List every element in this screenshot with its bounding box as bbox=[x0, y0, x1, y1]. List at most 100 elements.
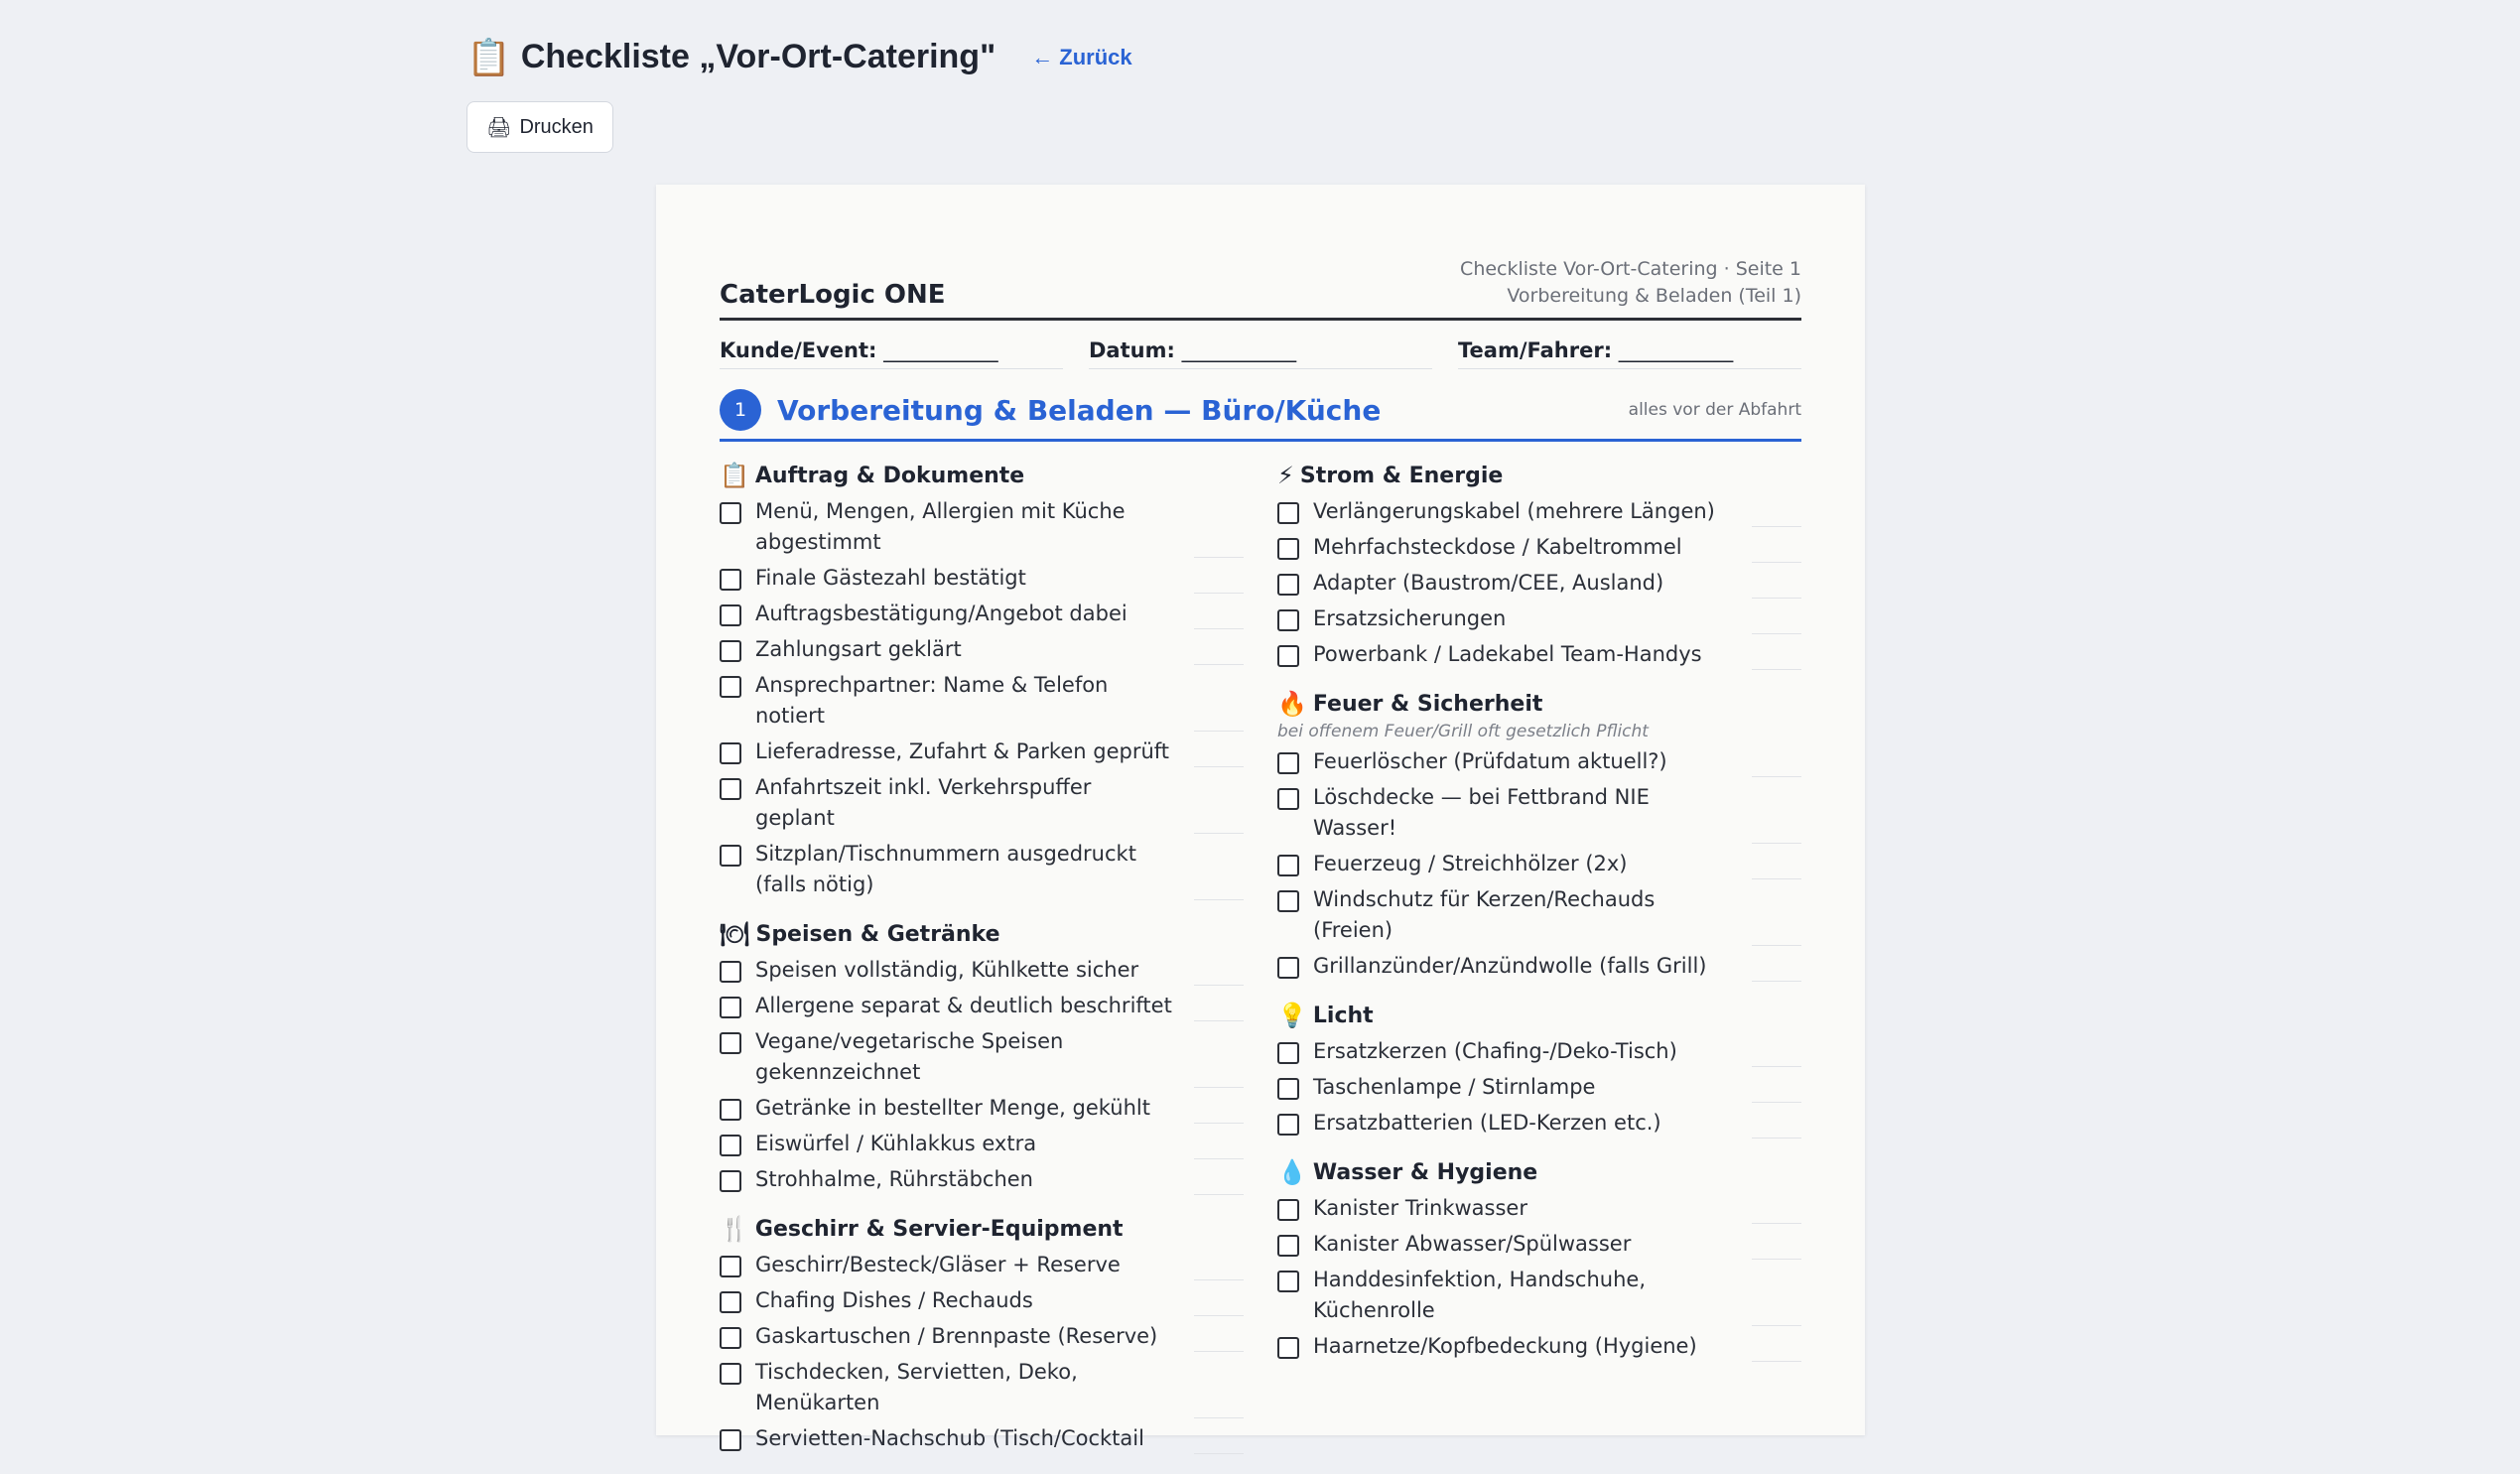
checkbox[interactable] bbox=[720, 742, 741, 764]
clipboard-icon: 📋 bbox=[466, 36, 511, 77]
checklist-item-label: Mehrfachsteckdose / Kabeltrommel bbox=[1313, 535, 1682, 559]
checklist-group: 🍽 Speisen & Getränke Speisen vollständig, … bbox=[720, 920, 1244, 1195]
checklist-columns: 📋 Auftrag & Dokumente Menü, Mengen, Allerg… bbox=[720, 462, 1801, 1474]
group-title-label: Auftrag & Dokumente bbox=[754, 463, 1025, 488]
checkbox[interactable] bbox=[720, 1429, 741, 1451]
notes-line bbox=[1752, 1102, 1801, 1103]
checkbox[interactable] bbox=[720, 778, 741, 800]
field-customer-event[interactable]: Kunde/Event: ___________ bbox=[720, 338, 1063, 369]
checklist-item-label: Strohhalme, Rührstäbchen bbox=[755, 1167, 1033, 1191]
notes-line bbox=[1194, 731, 1244, 732]
checklist-group: ⚡ Strom & Energie Verlängerungskabel (mehr… bbox=[1277, 462, 1801, 670]
checkbox[interactable] bbox=[1277, 1114, 1299, 1136]
notes-line bbox=[1752, 945, 1801, 946]
checklist-item: Windschutz für Kerzen/Rechauds (Freien) bbox=[1277, 887, 1801, 946]
group-title: 🍴 Geschirr & Servier-Equipment bbox=[720, 1215, 1244, 1243]
checklist-item: Gaskartuschen / Brennpaste (Reserve) bbox=[720, 1324, 1244, 1352]
checkbox[interactable] bbox=[1277, 1271, 1299, 1292]
clipboard-icon: 📋 bbox=[720, 462, 749, 489]
print-button[interactable]: 🖨 Drucken bbox=[466, 101, 613, 153]
checkbox[interactable] bbox=[1277, 574, 1299, 596]
field-label: Team/Fahrer: bbox=[1458, 338, 1613, 362]
checklist-item: Ersatzsicherungen bbox=[1277, 606, 1801, 634]
checkbox[interactable] bbox=[720, 961, 741, 983]
checklist-item-label: Ansprechpartner: Name & Telefon notiert bbox=[755, 673, 1109, 728]
checkbox[interactable] bbox=[1277, 957, 1299, 979]
checklist-group: 💡 Licht Ersatzkerzen (Chafing-/Deko-Tisch)… bbox=[1277, 1002, 1801, 1139]
field-date[interactable]: Datum: ___________ bbox=[1089, 338, 1432, 369]
checkbox[interactable] bbox=[720, 845, 741, 867]
left-column: 📋 Auftrag & Dokumente Menü, Mengen, Allerg… bbox=[720, 462, 1244, 1474]
back-link[interactable]: ← Zurück bbox=[1031, 45, 1131, 70]
checkbox[interactable] bbox=[1277, 890, 1299, 912]
checklist-item-label: Haarnetze/Kopfbedeckung (Hygiene) bbox=[1313, 1334, 1697, 1358]
checklist-item: Strohhalme, Rührstäbchen bbox=[720, 1167, 1244, 1195]
checkbox[interactable] bbox=[1277, 788, 1299, 810]
section-note: alles vor der Abfahrt bbox=[1628, 400, 1801, 420]
field-team-driver[interactable]: Team/Fahrer: ___________ bbox=[1458, 338, 1801, 369]
lightbulb-icon: 💡 bbox=[1277, 1002, 1307, 1029]
checklist-item-label: Tischdecken, Servietten, Deko, Menükarte… bbox=[755, 1360, 1078, 1414]
checkbox[interactable] bbox=[720, 1032, 741, 1054]
notes-line bbox=[1194, 557, 1244, 558]
notes-line bbox=[1752, 1259, 1801, 1260]
checkbox[interactable] bbox=[720, 1363, 741, 1385]
field-blank: ___________ bbox=[1618, 338, 1734, 362]
checkbox[interactable] bbox=[1277, 538, 1299, 560]
checkbox[interactable] bbox=[720, 502, 741, 524]
checkbox[interactable] bbox=[1277, 645, 1299, 667]
checkbox[interactable] bbox=[1277, 502, 1299, 524]
checklist-item-label: Zahlungsart geklärt bbox=[755, 637, 962, 661]
checkbox[interactable] bbox=[720, 997, 741, 1018]
checklist-item-label: Finale Gästezahl bestätigt bbox=[755, 566, 1026, 590]
checklist-item: Auftragsbestätigung/Angebot dabei bbox=[720, 602, 1244, 629]
print-button-label: Drucken bbox=[519, 115, 594, 138]
checklist-item-label: Allergene separat & deutlich beschriftet bbox=[755, 994, 1172, 1017]
checklist-item: Chafing Dishes / Rechauds bbox=[720, 1288, 1244, 1316]
checkbox[interactable] bbox=[1277, 609, 1299, 631]
checkbox[interactable] bbox=[720, 1256, 741, 1277]
lightning-icon: ⚡ bbox=[1277, 462, 1294, 489]
checkbox[interactable] bbox=[1277, 1235, 1299, 1257]
checklist-item-label: Adapter (Baustrom/CEE, Ausland) bbox=[1313, 571, 1664, 595]
checkbox[interactable] bbox=[720, 1170, 741, 1192]
checklist-item-label: Sitzplan/Tischnummern ausgedruckt (falls… bbox=[755, 842, 1136, 896]
checkbox[interactable] bbox=[720, 569, 741, 591]
page-title: Checkliste „Vor-Ort-Catering" bbox=[520, 38, 996, 75]
checkbox[interactable] bbox=[720, 1327, 741, 1349]
checkbox[interactable] bbox=[1277, 1042, 1299, 1064]
checklist-item: Geschirr/Besteck/Gläser + Reserve bbox=[720, 1253, 1244, 1280]
checkbox[interactable] bbox=[1277, 752, 1299, 774]
checklist-item-label: Grillanzünder/Anzündwolle (falls Grill) bbox=[1313, 954, 1707, 978]
group-title: 📋 Auftrag & Dokumente bbox=[720, 462, 1244, 489]
plate-icon: 🍽 bbox=[720, 920, 750, 948]
checklist-item: Handdesinfektion, Handschuhe, Küchenroll… bbox=[1277, 1268, 1801, 1326]
checkbox[interactable] bbox=[720, 676, 741, 698]
checklist-item: Sitzplan/Tischnummern ausgedruckt (falls… bbox=[720, 842, 1244, 900]
page-header: 📋 Checkliste „Vor-Ort-Catering" ← Zurück bbox=[466, 38, 1132, 76]
checklist-item: Feuerzeug / Streichhölzer (2x) bbox=[1277, 852, 1801, 879]
checklist-item-label: Verlängerungskabel (mehrere Längen) bbox=[1313, 499, 1715, 523]
checkbox[interactable] bbox=[1277, 1199, 1299, 1221]
checklist-item: Powerbank / Ladekabel Team-Handys bbox=[1277, 642, 1801, 670]
checklist-item: Menü, Mengen, Allergien mit Küche abgest… bbox=[720, 499, 1244, 558]
checklist-item-label: Chafing Dishes / Rechauds bbox=[755, 1288, 1033, 1312]
checkbox[interactable] bbox=[720, 1291, 741, 1313]
checklist-item-label: Getränke in bestellter Menge, gekühlt bbox=[755, 1096, 1150, 1120]
sheet-meta-line2: Vorbereitung & Beladen (Teil 1) bbox=[1507, 285, 1801, 307]
checkbox[interactable] bbox=[720, 1135, 741, 1156]
checkbox[interactable] bbox=[1277, 855, 1299, 876]
form-fields: Kunde/Event: ___________ Datum: ________… bbox=[720, 338, 1801, 369]
checkbox[interactable] bbox=[1277, 1078, 1299, 1100]
notes-line bbox=[1752, 562, 1801, 563]
checkbox[interactable] bbox=[720, 640, 741, 662]
checkbox[interactable] bbox=[720, 604, 741, 626]
checkbox[interactable] bbox=[720, 1099, 741, 1121]
checklist-item-label: Löschdecke — bei Fettbrand NIE Wasser! bbox=[1313, 785, 1650, 840]
checkbox[interactable] bbox=[1277, 1337, 1299, 1359]
notes-line bbox=[1752, 1325, 1801, 1326]
checklist-item: Kanister Trinkwasser bbox=[1277, 1196, 1801, 1224]
checklist-sheet: CaterLogic ONE Checkliste Vor-Ort-Cateri… bbox=[656, 185, 1865, 1454]
checklist-item: Haarnetze/Kopfbedeckung (Hygiene) bbox=[1277, 1334, 1801, 1362]
checklist-item-label: Feuerzeug / Streichhölzer (2x) bbox=[1313, 852, 1628, 875]
